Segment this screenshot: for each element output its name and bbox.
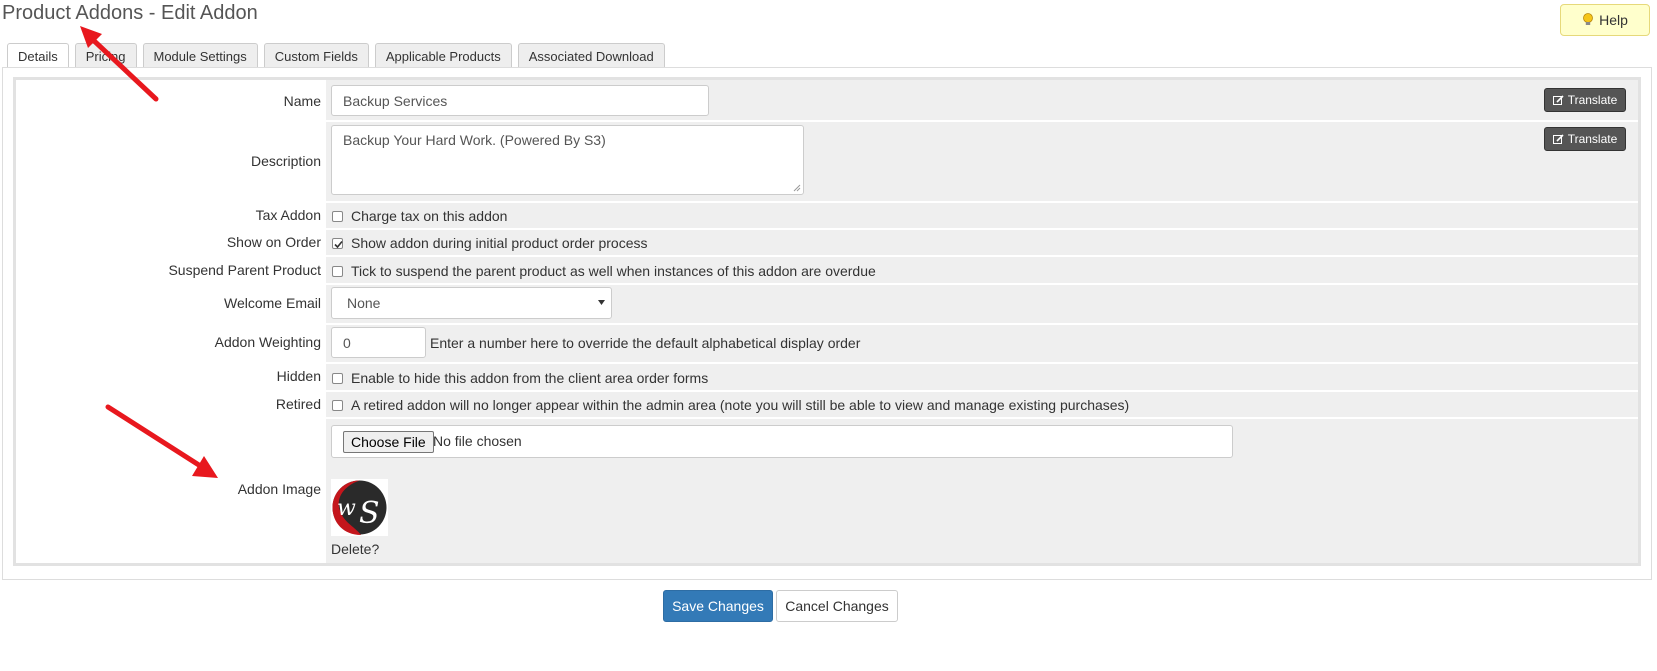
save-changes-button[interactable]: Save Changes xyxy=(663,590,773,622)
tax-addon-cell: Charge tax on this addon xyxy=(326,201,1638,228)
tab-pricing[interactable]: Pricing xyxy=(74,43,137,68)
description-textarea[interactable]: Backup Your Hard Work. (Powered By S3) xyxy=(331,125,804,195)
translate-label: Translate xyxy=(1567,93,1618,107)
show-on-order-row: Show on Order Show addon during initial … xyxy=(16,228,1638,255)
tab-bar: Details Pricing Module Settings Custom F… xyxy=(7,43,665,69)
addon-weighting-input[interactable]: 0 xyxy=(331,327,426,358)
name-input[interactable]: Backup Services xyxy=(331,85,709,116)
description-row: Description Backup Your Hard Work. (Powe… xyxy=(16,120,1638,201)
suspend-parent-checkbox[interactable] xyxy=(332,266,343,277)
suspend-parent-row: Suspend Parent Product Tick to suspend t… xyxy=(16,255,1638,283)
addon-weighting-label: Addon Weighting xyxy=(214,334,321,350)
edit-icon xyxy=(1552,94,1564,105)
hidden-text: Enable to hide this addon from the clien… xyxy=(351,370,709,386)
welcome-email-cell: None xyxy=(326,283,1638,323)
retired-text: A retired addon will no longer appear wi… xyxy=(351,397,1130,413)
addon-image-cell: Choose File No file chosen w S Delete? xyxy=(326,417,1638,563)
welcome-email-selected: None xyxy=(347,295,381,311)
show-on-order-text: Show addon during initial product order … xyxy=(351,235,648,251)
welcome-email-label: Welcome Email xyxy=(224,295,321,311)
tax-addon-label: Tax Addon xyxy=(255,207,321,223)
tab-associated-download[interactable]: Associated Download xyxy=(517,43,665,68)
show-on-order-label: Show on Order xyxy=(226,234,321,250)
show-on-order-checkbox[interactable] xyxy=(332,238,343,249)
suspend-parent-text: Tick to suspend the parent product as we… xyxy=(351,263,876,279)
tab-details[interactable]: Details xyxy=(7,43,69,69)
addon-image-file-input[interactable]: Choose File No file chosen xyxy=(331,425,1233,458)
name-row: Name Backup Services Translate xyxy=(16,80,1638,120)
retired-row: Retired A retired addon will no longer a… xyxy=(16,390,1638,417)
name-label: Name xyxy=(283,93,321,109)
details-panel: Name Backup Services Translate Descripti… xyxy=(2,67,1652,580)
svg-text:S: S xyxy=(359,496,380,531)
addon-image-preview: w S xyxy=(331,479,388,536)
cancel-changes-button[interactable]: Cancel Changes xyxy=(776,590,898,622)
description-field-cell: Backup Your Hard Work. (Powered By S3) T… xyxy=(326,120,1638,201)
hidden-checkbox[interactable] xyxy=(332,373,343,384)
hidden-row: Hidden Enable to hide this addon from th… xyxy=(16,362,1638,390)
tab-module-settings[interactable]: Module Settings xyxy=(142,43,258,68)
tax-addon-checkbox[interactable] xyxy=(332,211,343,222)
addon-weighting-cell: 0 Enter a number here to override the de… xyxy=(326,323,1638,362)
addon-form: Name Backup Services Translate Descripti… xyxy=(13,77,1641,566)
addon-logo-image: w S xyxy=(331,479,388,536)
name-field-cell: Backup Services Translate xyxy=(326,80,1638,120)
welcome-email-row: Welcome Email None xyxy=(16,283,1638,323)
delete-image-link[interactable]: Delete? xyxy=(331,541,379,557)
tab-custom-fields[interactable]: Custom Fields xyxy=(263,43,369,68)
tax-addon-row: Tax Addon Charge tax on this addon xyxy=(16,201,1638,228)
file-status-text: No file chosen xyxy=(433,433,522,449)
tax-addon-text: Charge tax on this addon xyxy=(351,208,508,224)
svg-text:w: w xyxy=(337,496,356,521)
description-translate-button[interactable]: Translate xyxy=(1544,127,1626,151)
choose-file-button[interactable]: Choose File xyxy=(343,431,434,453)
description-text: Backup Your Hard Work. (Powered By S3) xyxy=(343,132,606,148)
translate-label: Translate xyxy=(1567,132,1618,146)
resize-handle-icon[interactable] xyxy=(793,184,801,192)
caret-down-icon xyxy=(598,300,605,305)
help-button[interactable]: Help xyxy=(1560,4,1650,36)
page-title: Product Addons - Edit Addon xyxy=(2,2,258,24)
checkmark-icon xyxy=(334,240,343,249)
show-on-order-cell: Show addon during initial product order … xyxy=(326,228,1638,255)
retired-checkbox[interactable] xyxy=(332,400,343,411)
addon-weighting-row: Addon Weighting 0 Enter a number here to… xyxy=(16,323,1638,362)
description-label: Description xyxy=(250,153,321,169)
suspend-parent-cell: Tick to suspend the parent product as we… xyxy=(326,255,1638,283)
hidden-label: Hidden xyxy=(276,368,321,384)
retired-label: Retired xyxy=(275,396,321,412)
addon-image-row: Addon Image Choose File No file chosen w… xyxy=(16,417,1638,563)
hidden-cell: Enable to hide this addon from the clien… xyxy=(326,362,1638,390)
suspend-parent-label: Suspend Parent Product xyxy=(168,262,321,278)
retired-cell: A retired addon will no longer appear wi… xyxy=(326,390,1638,417)
edit-icon xyxy=(1552,133,1564,144)
tab-applicable-products[interactable]: Applicable Products xyxy=(374,43,512,68)
help-label: Help xyxy=(1599,12,1628,28)
lightbulb-icon xyxy=(1583,13,1593,25)
addon-weighting-help: Enter a number here to override the defa… xyxy=(430,335,861,351)
name-translate-button[interactable]: Translate xyxy=(1544,88,1626,112)
welcome-email-select[interactable]: None xyxy=(331,287,612,319)
addon-image-label: Addon Image xyxy=(237,481,321,497)
